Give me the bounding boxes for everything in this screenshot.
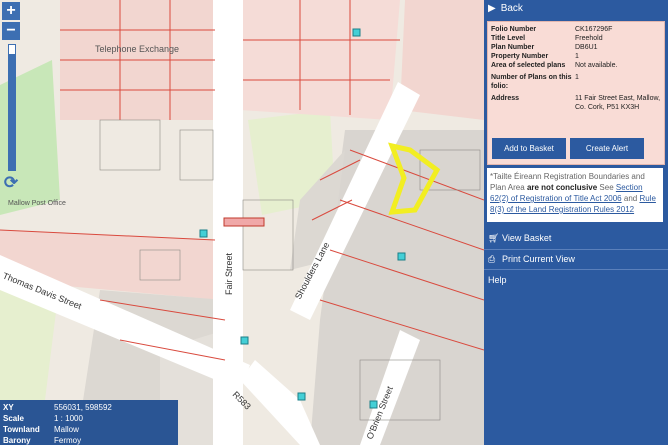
prop-value: 1 — [575, 53, 579, 60]
street-label-fair-street: Fair Street — [224, 252, 234, 295]
info-key: Barony — [3, 436, 31, 445]
create-alert-button[interactable]: Create Alert — [570, 138, 644, 159]
prop-value: CK167296F — [575, 26, 613, 33]
zoom-controls: + − — [2, 2, 20, 42]
prop-value: Not available. — [575, 62, 618, 69]
map-marker[interactable] — [240, 336, 249, 345]
prop-value: 1 — [575, 74, 579, 81]
prop-value: Freehold — [575, 35, 603, 42]
back-label: Back — [500, 3, 523, 14]
map-view[interactable]: Fair Street Shoulders Lane Thomas Davis … — [0, 0, 484, 445]
plan-marker[interactable] — [223, 217, 265, 227]
refresh-icon[interactable]: ⟳ — [2, 174, 20, 192]
zoom-out-button[interactable]: − — [2, 22, 20, 40]
zoom-level-fill — [9, 53, 15, 170]
prop-value: DB6U1 — [575, 44, 598, 51]
divider — [484, 269, 668, 270]
info-value: 556031, 598592 — [54, 403, 112, 412]
prop-key: Number of Plans on this folio: — [491, 74, 572, 90]
disclaimer-note: *Tailte Éireann Registration Boundaries … — [487, 168, 663, 222]
prop-key: Address — [491, 95, 520, 102]
prop-key: Folio Number — [491, 26, 537, 33]
print-view-link[interactable]: ⎙ Print Current View — [484, 250, 668, 268]
printer-icon: ⎙ — [488, 254, 496, 264]
building-block — [240, 0, 400, 120]
prop-key: Plan Number — [491, 44, 535, 51]
label-telephone-exchange: Telephone Exchange — [95, 44, 179, 54]
label-post-office: Mallow Post Office — [8, 200, 66, 207]
info-value: Fermoy — [54, 436, 82, 445]
view-basket-label: View Basket — [502, 233, 552, 243]
prop-key: Title Level — [491, 35, 526, 42]
side-panel: ▶ Back Folio Number CK167296F Title Level F… — [484, 0, 668, 445]
back-button[interactable]: ▶ Back — [484, 0, 668, 18]
prop-value: 11 Fair Street East, Mallow, Co. Cork, P… — [575, 95, 661, 111]
zoom-in-button[interactable]: + — [2, 2, 20, 20]
info-key: Townland — [3, 425, 40, 434]
map-marker[interactable] — [297, 392, 306, 401]
note-and: and — [623, 194, 638, 203]
location-info-box: XY 556031, 598592 Scale 1 : 1000 Townland M… — [0, 400, 178, 445]
help-link[interactable]: Help — [484, 271, 668, 289]
map-marker[interactable] — [199, 229, 208, 238]
print-view-label: Print Current View — [502, 254, 575, 264]
note-see: See — [599, 183, 614, 192]
add-to-basket-button[interactable]: Add to Basket — [492, 138, 566, 159]
cart-icon: 🛒︎ — [488, 233, 500, 243]
play-arrow-icon: ▶ — [488, 3, 496, 14]
info-value: 1 : 1000 — [54, 414, 83, 423]
zoom-slider[interactable] — [8, 44, 16, 171]
view-basket-link[interactable]: 🛒︎ View Basket — [484, 229, 668, 247]
help-label: Help — [488, 275, 507, 285]
map-canvas[interactable]: Fair Street Shoulders Lane Thomas Davis … — [0, 0, 484, 445]
info-value: Mallow — [54, 425, 79, 434]
info-key: XY — [3, 403, 14, 412]
prop-key: Area of selected plans — [491, 62, 566, 69]
prop-key: Property Number — [491, 53, 549, 60]
note-bold: are not conclusive — [526, 183, 598, 192]
folio-properties: Folio Number CK167296F Title Level Freehol… — [487, 21, 665, 165]
info-key: Scale — [3, 414, 24, 423]
map-marker[interactable] — [397, 252, 406, 261]
map-marker[interactable] — [352, 28, 361, 37]
